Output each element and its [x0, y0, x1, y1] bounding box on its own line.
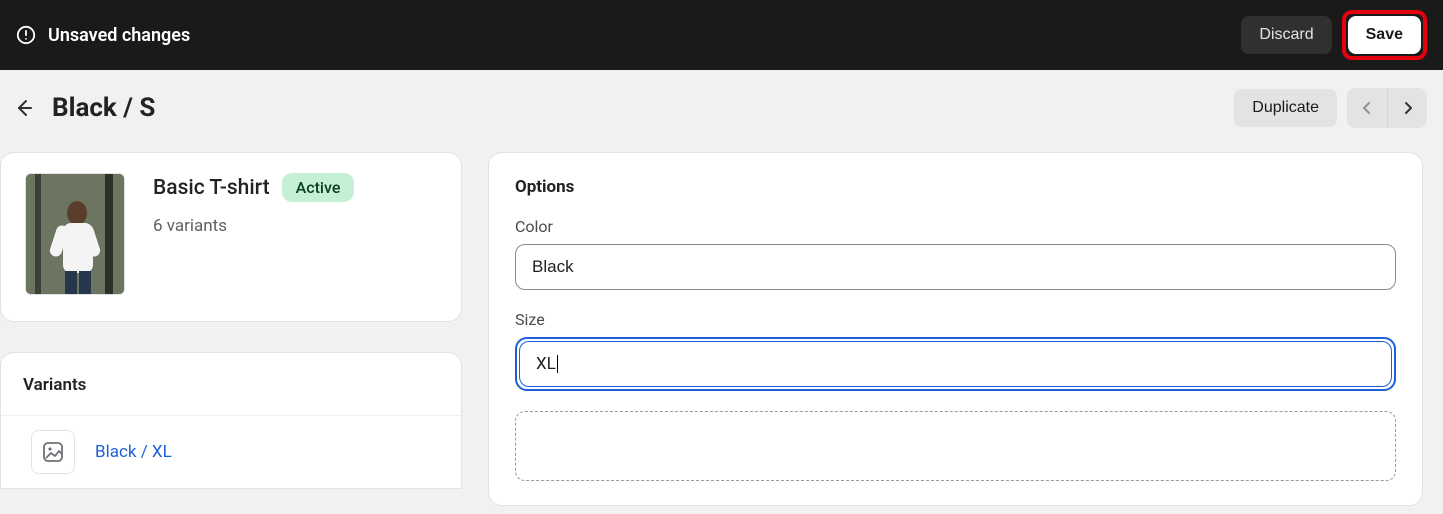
- status-badge: Active: [282, 173, 355, 202]
- topbar-actions: Discard Save: [1241, 10, 1427, 60]
- variants-card: Variants Black / XL: [0, 352, 462, 489]
- variant-nav: [1347, 88, 1427, 128]
- discard-button[interactable]: Discard: [1241, 16, 1331, 54]
- product-thumbnail[interactable]: [25, 173, 125, 295]
- unsaved-changes-text: Unsaved changes: [48, 25, 190, 46]
- dropzone[interactable]: [515, 411, 1396, 481]
- color-label: Color: [515, 217, 1396, 236]
- product-title-row: Basic T-shirt Active: [153, 173, 354, 202]
- save-button[interactable]: Save: [1348, 16, 1421, 54]
- size-label: Size: [515, 310, 1396, 329]
- unsaved-changes-bar: Unsaved changes Discard Save: [0, 0, 1443, 70]
- product-info: Basic T-shirt Active 6 variants: [153, 173, 354, 295]
- variants-title: Variants: [1, 375, 461, 415]
- content-columns: Basic T-shirt Active 6 variants Variants…: [0, 152, 1443, 506]
- alert-icon: [16, 25, 36, 45]
- options-card: Options Color Size XL: [488, 152, 1423, 506]
- color-input[interactable]: [515, 244, 1396, 290]
- variant-link[interactable]: Black / XL: [95, 442, 172, 462]
- left-column: Basic T-shirt Active 6 variants Variants…: [0, 152, 462, 506]
- back-arrow-icon[interactable]: [10, 94, 38, 122]
- product-name[interactable]: Basic T-shirt: [153, 176, 270, 200]
- topbar-left: Unsaved changes: [16, 25, 190, 46]
- right-column: Options Color Size XL: [488, 152, 1423, 506]
- page-title: Black / S: [52, 93, 155, 123]
- product-summary-card: Basic T-shirt Active 6 variants: [0, 152, 462, 322]
- size-field-group: Size XL: [515, 310, 1396, 391]
- variant-count-label: 6 variants: [153, 216, 354, 236]
- prev-variant-button: [1347, 88, 1387, 128]
- image-placeholder-icon: [31, 430, 75, 474]
- page-header: Black / S Duplicate: [0, 70, 1443, 152]
- next-variant-button[interactable]: [1387, 88, 1427, 128]
- variant-row[interactable]: Black / XL: [1, 415, 461, 488]
- page-header-actions: Duplicate: [1234, 88, 1427, 128]
- duplicate-button[interactable]: Duplicate: [1234, 89, 1337, 127]
- options-title: Options: [515, 177, 1396, 197]
- color-field-group: Color: [515, 217, 1396, 290]
- size-input[interactable]: XL: [519, 341, 1392, 387]
- text-caret: [557, 355, 558, 373]
- size-input-focus-ring: XL: [515, 337, 1396, 391]
- save-highlight: Save: [1342, 10, 1427, 60]
